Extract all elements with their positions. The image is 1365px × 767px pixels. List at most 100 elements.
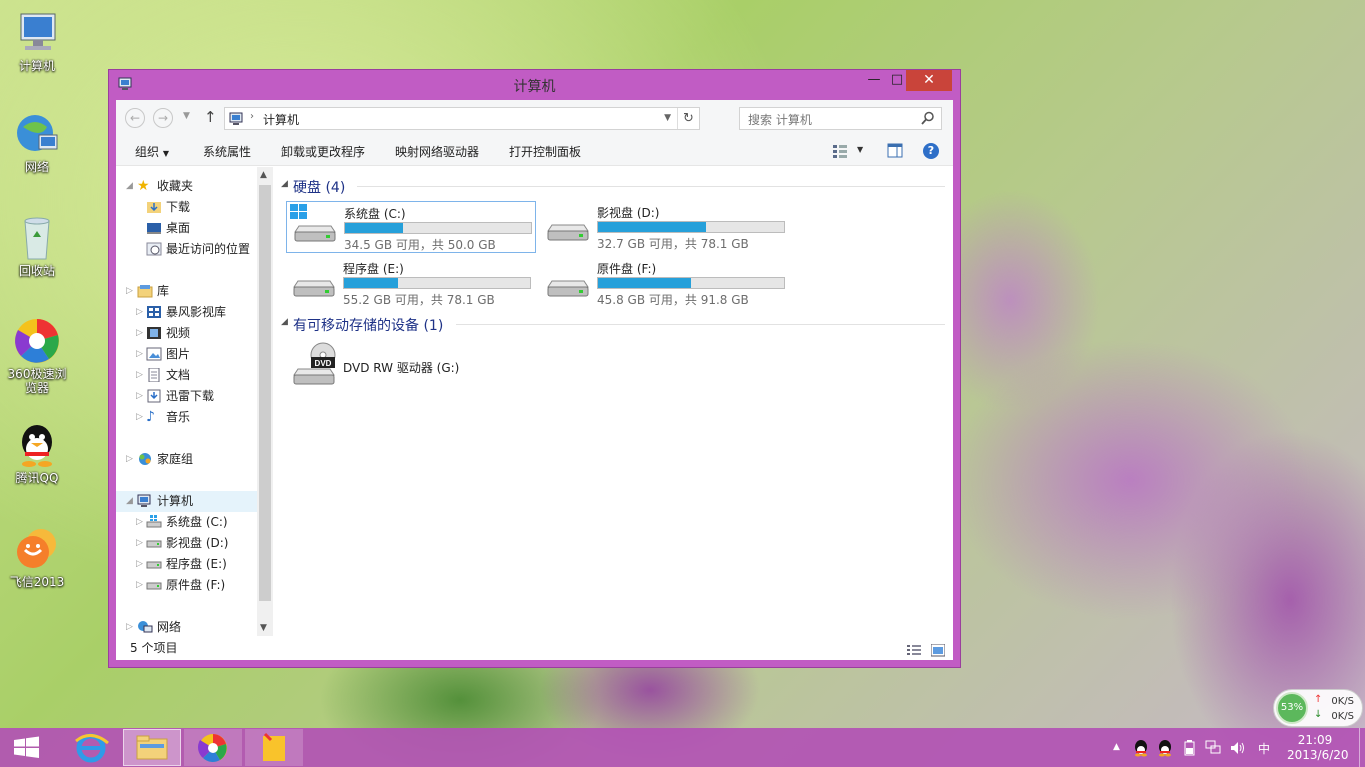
recycle-bin-icon (13, 215, 61, 261)
collapsed-icon: ▷ (136, 349, 143, 359)
hdd-group-header[interactable]: 硬盘 (4) (293, 177, 345, 197)
drive-d[interactable]: 影视盘 (D:) 32.7 GB 可用，共 78.1 GB (540, 201, 790, 253)
dvd-drive[interactable]: DVD DVD RW 驱动器 (G:) (286, 339, 536, 389)
back-button[interactable]: ← (125, 108, 145, 128)
memory-usage-indicator[interactable]: 53% (1276, 692, 1308, 724)
clock[interactable]: 21:09 2013/6/20 (1287, 733, 1349, 763)
search-box[interactable]: 搜索 计算机 (739, 107, 942, 130)
dvd-drive-icon: DVD (291, 341, 337, 387)
preview-pane-icon[interactable] (887, 143, 903, 158)
collapsed-icon: ▷ (136, 580, 143, 590)
details-view-icon[interactable] (907, 641, 921, 655)
organize-button[interactable]: 组织 ▼ (135, 143, 169, 160)
uninstall-button[interactable]: 卸载或更改程序 (281, 143, 365, 160)
system-properties-button[interactable]: 系统属性 (203, 143, 251, 160)
desktop-qq[interactable]: 腾讯QQ (2, 422, 72, 485)
start-button[interactable] (0, 729, 52, 766)
nav-label: 影视盘 (D:) (166, 536, 229, 550)
drive-e[interactable]: 程序盘 (E:) 55.2 GB 可用，共 78.1 GB (286, 257, 536, 309)
desktop-recycle-bin[interactable]: 回收站 (2, 215, 72, 278)
dvd-drive-name: DVD RW 驱动器 (G:) (343, 361, 460, 375)
address-path[interactable]: 计算机 (263, 111, 299, 128)
forward-button[interactable]: → (153, 108, 173, 128)
qq-tray-icon[interactable] (1133, 739, 1149, 757)
sticky-notes-icon (263, 732, 285, 761)
drive-usage-bar (343, 277, 531, 289)
usage-fill (344, 278, 398, 288)
battery-tray-icon[interactable] (1182, 740, 1198, 756)
desktop-360-browser[interactable]: 360极速浏览器 (2, 318, 72, 395)
desktop-icon-label: 腾讯QQ (15, 471, 59, 485)
expanded-icon: ◢ (126, 496, 133, 506)
drive-usage-bar (597, 221, 785, 233)
fetion-icon (13, 526, 61, 572)
taskbar-ie[interactable] (62, 729, 120, 766)
taskbar-notes[interactable] (245, 729, 303, 766)
desktop-network[interactable]: 网络 (2, 111, 72, 174)
title-bar[interactable]: 计算机 — □ ✕ (109, 70, 960, 100)
scroll-thumb[interactable] (259, 185, 271, 601)
drive-c[interactable]: 系统盘 (C:) 34.5 GB 可用，共 50.0 GB (286, 201, 536, 253)
system-drive-icon (146, 514, 162, 529)
control-panel-button[interactable]: 打开控制面板 (509, 143, 581, 160)
desktop-fetion[interactable]: 飞信2013 (2, 526, 72, 589)
network-tray-icon[interactable] (1205, 740, 1221, 756)
nav-label: 原件盘 (F:) (166, 578, 226, 592)
hard-drive-icon (545, 213, 591, 243)
removable-group-header[interactable]: 有可移动存储的设备 (1) (293, 315, 443, 335)
drive-f[interactable]: 原件盘 (F:) 45.8 GB 可用，共 91.8 GB (540, 257, 790, 309)
volume-tray-icon[interactable] (1229, 740, 1245, 756)
recent-locations-icon[interactable]: ▼ (183, 111, 190, 121)
breadcrumb-separator-icon: › (250, 111, 254, 122)
show-hidden-icons-icon[interactable]: ▲ (1113, 742, 1120, 752)
status-bar: 5 个项目 (116, 636, 953, 660)
large-icons-view-icon[interactable] (930, 641, 946, 657)
pictures-icon (146, 347, 162, 361)
show-desktop-button[interactable] (1359, 728, 1365, 767)
view-dropdown-icon[interactable]: ▼ (857, 145, 863, 154)
address-row: ← → ▼ ↑ › 计算机 ▼ ↻ 搜索 计算机 (116, 100, 953, 136)
scroll-down-icon[interactable]: ▼ (260, 623, 267, 633)
nav-item-recent[interactable]: 最近访问的位置 (146, 239, 250, 260)
network-icon (137, 620, 153, 634)
drive-free-space: 55.2 GB 可用，共 78.1 GB (343, 293, 495, 307)
refresh-icon[interactable]: ↻ (677, 108, 699, 129)
drive-free-space: 45.8 GB 可用，共 91.8 GB (597, 293, 749, 307)
group-collapse-icon[interactable]: ◢ (281, 179, 288, 189)
network-speed-widget[interactable]: 53% ↑ ↓ 0K/S 0K/S (1273, 689, 1363, 727)
desktop-computer[interactable]: 计算机 (2, 10, 72, 73)
video-icon (146, 326, 162, 340)
view-options-icon[interactable] (832, 144, 848, 158)
close-button[interactable]: ✕ (906, 70, 952, 91)
chevron-down-icon: ▼ (162, 149, 169, 158)
360-browser-icon (197, 734, 227, 762)
search-icon[interactable] (921, 111, 935, 125)
qq-tray-icon[interactable] (1157, 739, 1173, 757)
scroll-up-icon[interactable]: ▲ (260, 170, 267, 180)
help-icon[interactable]: ? (923, 143, 939, 159)
nav-computer[interactable]: ◢ 计算机 (116, 491, 257, 512)
window-title: 计算机 (513, 79, 556, 95)
search-placeholder[interactable]: 搜索 计算机 (748, 111, 812, 128)
address-dropdown-icon[interactable]: ▼ (664, 113, 671, 123)
clock-date: 2013/6/20 (1287, 748, 1349, 762)
collapsed-icon: ▷ (136, 391, 143, 401)
group-collapse-icon[interactable]: ◢ (281, 317, 288, 327)
nav-item-downloads[interactable]: 下载 (146, 197, 190, 218)
library-icon (137, 284, 153, 298)
up-button[interactable]: ↑ (204, 108, 217, 126)
drive-usage-bar (597, 277, 785, 289)
network-icon (13, 111, 61, 157)
taskbar-explorer[interactable] (123, 729, 181, 766)
upload-arrow-icon: ↑ (1314, 694, 1323, 705)
download-library-icon (146, 389, 162, 403)
hard-drive-icon (146, 578, 162, 592)
input-method-indicator[interactable]: 中 (1258, 740, 1270, 757)
collapsed-icon: ▷ (136, 328, 143, 338)
taskbar-360-browser[interactable] (184, 729, 242, 766)
address-bar[interactable]: › 计算机 ▼ ↻ (224, 107, 700, 130)
nav-item-desktop[interactable]: 桌面 (146, 218, 190, 239)
map-network-drive-button[interactable]: 映射网络驱动器 (395, 143, 479, 160)
nav-scrollbar[interactable]: ▲ ▼ (257, 167, 273, 636)
collapsed-icon: ▷ (136, 517, 143, 527)
